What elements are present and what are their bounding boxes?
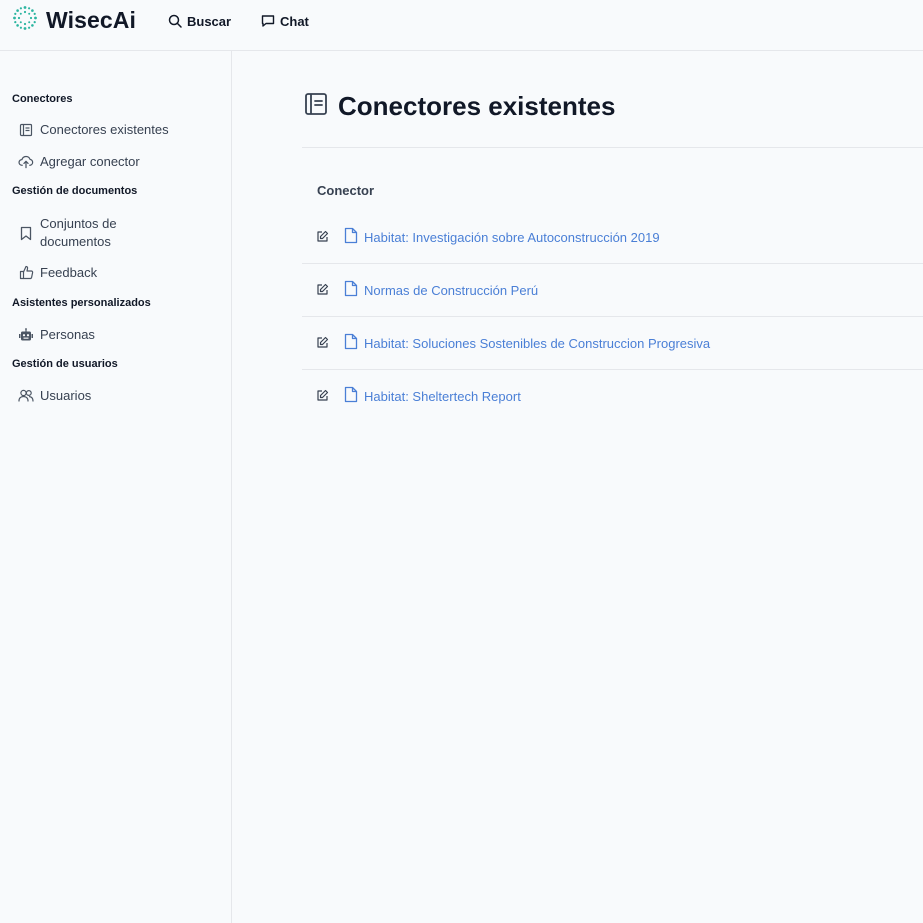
sidebar-item-feedback[interactable]: Feedback bbox=[18, 265, 218, 280]
page-title: Conectores existentes bbox=[304, 91, 615, 122]
section-title-conectores: Conectores bbox=[12, 93, 73, 105]
sidebar-item-conectores-existentes[interactable]: Conectores existentes bbox=[18, 122, 218, 137]
top-bar: WisecAi Buscar Chat bbox=[0, 0, 923, 51]
section-title-gestion-documentos: Gestión de documentos bbox=[12, 185, 138, 197]
table-row: Normas de Construcción Perú bbox=[302, 264, 923, 317]
connector-name: Habitat: Investigación sobre Autoconstru… bbox=[364, 229, 660, 245]
robot-icon bbox=[18, 327, 34, 342]
page-title-text: Conectores existentes bbox=[338, 91, 616, 121]
divider bbox=[302, 147, 923, 148]
sidebar-item-label: Personas bbox=[40, 327, 95, 342]
logo-icon bbox=[12, 5, 38, 36]
nav-buscar[interactable]: Buscar bbox=[168, 12, 231, 30]
document-icon bbox=[344, 280, 358, 300]
bookmark-icon bbox=[18, 226, 34, 241]
sidebar-item-label: Feedback bbox=[40, 265, 98, 280]
nav-buscar-label: Buscar bbox=[187, 13, 232, 29]
document-icon bbox=[344, 386, 358, 406]
search-icon bbox=[168, 14, 182, 28]
column-header-conector: Conector bbox=[317, 183, 375, 198]
chat-bubble-icon bbox=[261, 14, 275, 28]
users-icon bbox=[18, 389, 34, 402]
cloud-upload-icon bbox=[18, 154, 34, 169]
document-icon bbox=[344, 227, 358, 247]
app-name: WisecAi bbox=[46, 6, 136, 33]
connector-name: Habitat: Soluciones Sostenibles de Const… bbox=[364, 335, 711, 351]
sidebar-item-label: Conjuntos de documentos bbox=[40, 216, 117, 249]
sidebar-item-label: Agregar conector bbox=[40, 154, 140, 169]
sidebar-item-agregar-conector[interactable]: Agregar conector bbox=[18, 154, 218, 169]
section-title-gestion-usuarios: Gestión de usuarios bbox=[12, 358, 118, 370]
connector-link[interactable]: Habitat: Soluciones Sostenibles de Const… bbox=[344, 333, 710, 353]
notebook-icon bbox=[18, 123, 34, 137]
section-title-asistentes: Asistentes personalizados bbox=[12, 297, 151, 309]
main-content: Conectores existentes Conector Habitat: … bbox=[232, 51, 923, 923]
sidebar-item-conjuntos-documentos[interactable]: Conjuntos de documentos bbox=[18, 215, 218, 251]
logo[interactable]: WisecAi bbox=[12, 5, 136, 36]
connector-link[interactable]: Habitat: Investigación sobre Autoconstru… bbox=[344, 227, 660, 247]
thumbs-up-icon bbox=[18, 265, 34, 280]
connector-link[interactable]: Habitat: Sheltertech Report bbox=[344, 386, 521, 406]
table-row: Habitat: Soluciones Sostenibles de Const… bbox=[302, 317, 923, 370]
connector-link[interactable]: Normas de Construcción Perú bbox=[344, 280, 538, 300]
edit-icon[interactable] bbox=[316, 230, 329, 248]
sidebar-item-label: Conectores existentes bbox=[40, 122, 169, 137]
edit-icon[interactable] bbox=[316, 336, 329, 354]
connector-name: Normas de Construcción Perú bbox=[364, 282, 539, 298]
edit-icon[interactable] bbox=[316, 283, 329, 301]
edit-icon[interactable] bbox=[316, 389, 329, 407]
connector-name: Habitat: Sheltertech Report bbox=[364, 388, 521, 404]
table-row: Habitat: Investigación sobre Autoconstru… bbox=[302, 211, 923, 264]
notebook-icon bbox=[304, 92, 328, 121]
sidebar-item-label: Usuarios bbox=[40, 388, 92, 403]
document-icon bbox=[344, 333, 358, 353]
table-row: Habitat: Sheltertech Report bbox=[302, 370, 923, 423]
sidebar: Conectores Conectores existentes Agregar… bbox=[0, 51, 232, 923]
nav-chat-label: Chat bbox=[280, 13, 309, 29]
sidebar-item-usuarios[interactable]: Usuarios bbox=[18, 388, 218, 403]
nav-chat[interactable]: Chat bbox=[261, 12, 309, 30]
sidebar-item-personas[interactable]: Personas bbox=[18, 327, 218, 342]
